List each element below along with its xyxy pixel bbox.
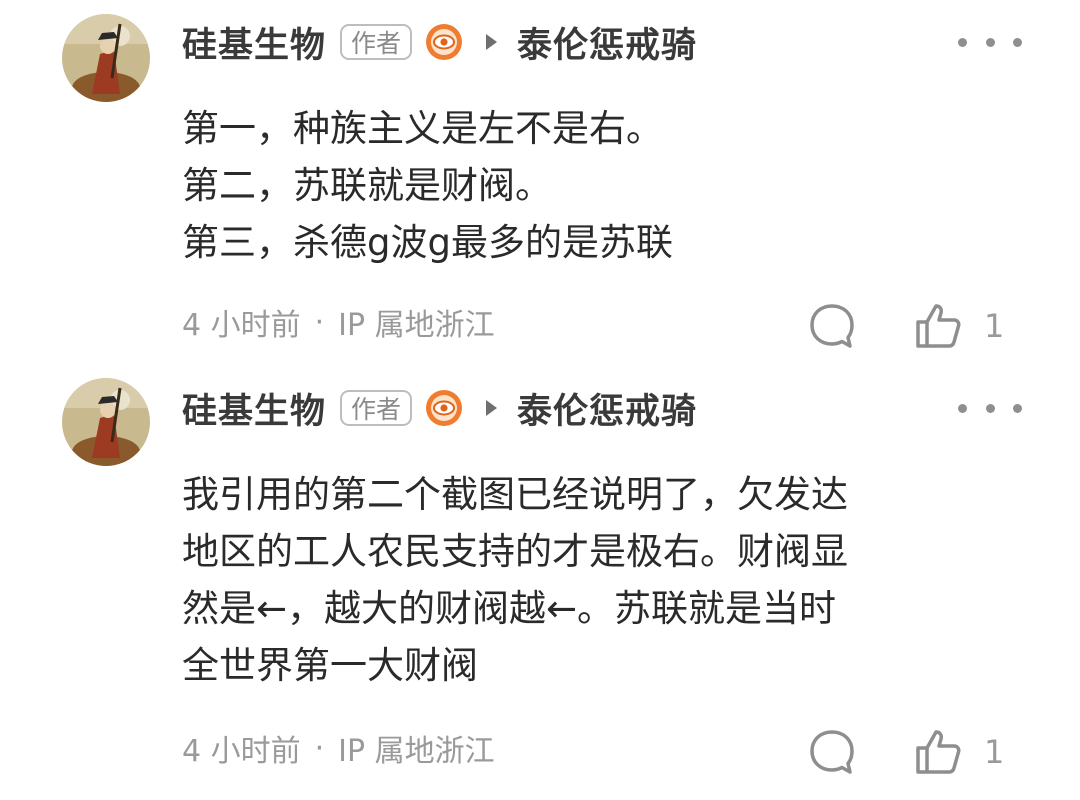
- author-badge: 作者: [340, 390, 413, 426]
- reply-to-arrow-icon: [486, 400, 498, 416]
- like-count: 1: [984, 733, 1005, 771]
- comment-text: 第一，种族主义是左不是右。 第二，苏联就是财阀。 第三，杀德g波g最多的是苏联: [182, 100, 1002, 271]
- comment-header: 硅基生物 作者 泰伦惩戒骑: [182, 382, 697, 434]
- avatar[interactable]: [62, 14, 150, 102]
- more-options-button[interactable]: [958, 398, 1022, 418]
- meta-separator: ·: [314, 304, 325, 340]
- comment-header: 硅基生物 作者 泰伦惩戒骑: [182, 16, 697, 68]
- comment-actions: 1: [806, 296, 1004, 356]
- comment-meta: 4 小时前 · IP 属地浙江: [182, 300, 495, 344]
- eye-level-icon: [426, 24, 463, 60]
- dot-icon: [958, 37, 967, 47]
- reply-target-name[interactable]: 泰伦惩戒骑: [517, 383, 697, 434]
- like-count: 1: [984, 307, 1005, 345]
- dot-icon: [1013, 403, 1022, 413]
- comment-line: 全世界第一大财阀: [182, 644, 478, 687]
- reply-target-name[interactable]: 泰伦惩戒骑: [517, 17, 697, 68]
- avatar[interactable]: [62, 378, 150, 466]
- author-badge: 作者: [340, 24, 413, 60]
- dot-icon: [958, 403, 967, 413]
- ip-location: IP 属地浙江: [338, 308, 495, 343]
- comment-actions: 1: [806, 722, 1004, 782]
- comment-text: 我引用的第二个截图已经说明了，欠发达 地区的工人农民支持的才是极右。财阀显 然是…: [182, 466, 1002, 694]
- timestamp: 4 小时前: [182, 734, 301, 769]
- reply-bubble-icon[interactable]: [806, 300, 858, 352]
- author-name[interactable]: 硅基生物: [182, 17, 326, 68]
- comment-line: 第一，种族主义是左不是右。: [182, 107, 663, 150]
- dot-icon: [1013, 37, 1022, 47]
- comment-line: 我引用的第二个截图已经说明了，欠发达: [182, 473, 848, 516]
- ip-location: IP 属地浙江: [338, 734, 495, 769]
- thumbs-up-icon[interactable]: [912, 300, 964, 352]
- thumbs-up-icon[interactable]: [912, 726, 964, 778]
- eye-level-icon: [426, 390, 463, 426]
- comment-line: 然是←，越大的财阀越←。苏联就是当时: [182, 587, 837, 630]
- comment-line: 第二，苏联就是财阀。: [182, 164, 552, 207]
- more-options-button[interactable]: [958, 32, 1022, 52]
- dot-icon: [985, 403, 995, 413]
- author-name[interactable]: 硅基生物: [182, 383, 326, 434]
- meta-separator: ·: [314, 730, 325, 766]
- comment-line: 第三，杀德g波g最多的是苏联: [182, 221, 673, 264]
- timestamp: 4 小时前: [182, 308, 301, 343]
- reply-bubble-icon[interactable]: [806, 726, 858, 778]
- dot-icon: [985, 37, 995, 47]
- comment-line: 地区的工人农民支持的才是极右。财阀显: [182, 530, 848, 573]
- reply-to-arrow-icon: [486, 34, 498, 50]
- comment-meta: 4 小时前 · IP 属地浙江: [182, 726, 495, 770]
